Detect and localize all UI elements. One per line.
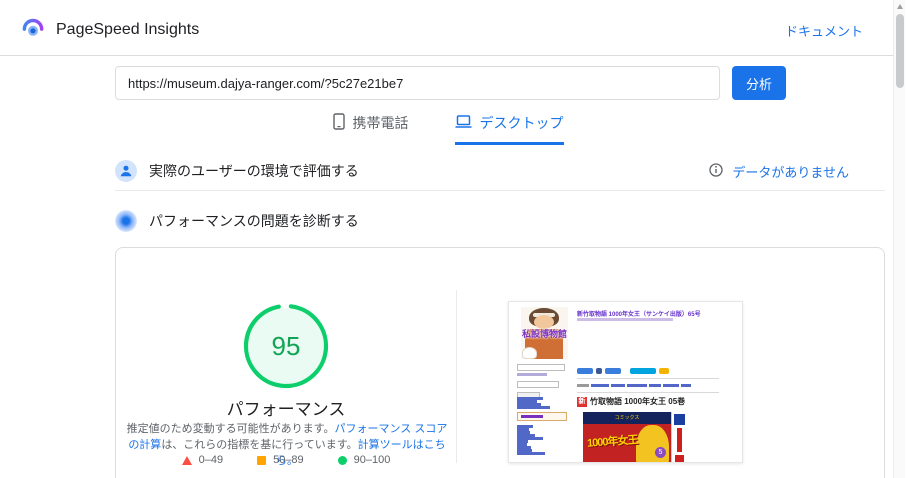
thumb-text-bar [517, 373, 547, 376]
spine-title-bar [677, 428, 682, 452]
home-link[interactable]: PageSpeed Insights [20, 14, 199, 45]
legend-fail-label: 0–49 [198, 454, 224, 466]
field-data-section: 実際のユーザーの環境で評価する データがありません [115, 156, 885, 186]
post-title-text: 新竹取物語 1000年女王（サンケイ出版）65号 [577, 312, 701, 318]
legend-average: 50–89 [257, 454, 304, 466]
note-text: 推定値のため変動する可能性があります。 [126, 423, 335, 435]
docs-link[interactable]: ドキュメント [785, 21, 863, 40]
score-legend: 0–49 50–89 90–100 [116, 454, 456, 466]
thumb-dropdown [517, 364, 565, 371]
field-section-title: 実際のユーザーの環境で評価する [149, 163, 359, 179]
diagnose-section: パフォーマンスの問題を診断する [115, 206, 885, 236]
device-tabs: 携帯電話 デスクトップ [63, 113, 833, 145]
tab-desktop[interactable]: デスクトップ [454, 113, 564, 145]
cover-series-band: コミックス [583, 412, 671, 424]
thumb-search-box [517, 381, 559, 388]
article-heading-text: 竹取物語 1000年女王 05巻 [590, 397, 686, 406]
performance-report-card: 95 パフォーマンス 推定値のため変動する可能性があります。パフォーマンス スコ… [115, 247, 885, 478]
new-badge: 新 [577, 396, 587, 407]
phone-icon [332, 113, 345, 133]
pass-circle-icon [337, 455, 347, 465]
spine-bottom-bar [675, 455, 684, 462]
cover-character-art [636, 425, 669, 462]
laptop-icon [455, 114, 472, 132]
lighthouse-icon [115, 210, 137, 232]
cover-spine [671, 412, 687, 462]
performance-score-gauge: 95 [240, 300, 332, 392]
page-screenshot-preview: 私設博物館 新竹取物語 1000年女王（サンケイ出版）65号 新 竹取物語 10… [508, 301, 743, 463]
thumb-sidebar [517, 364, 571, 456]
thumb-tag-links [577, 384, 691, 387]
cat-figure [522, 347, 537, 359]
post-subtitle-bar [577, 318, 673, 321]
legend-fail: 0–49 [181, 454, 224, 466]
pagespeed-insights-page: PageSpeed Insights ドキュメント 分析 携帯電話 [0, 0, 910, 478]
no-data-label: データがありません [732, 164, 849, 180]
thumb-article-heading: 新 竹取物語 1000年女王 05巻 [577, 396, 685, 407]
app-title: PageSpeed Insights [56, 20, 200, 38]
cover-volume-badge: 5 [655, 447, 666, 458]
section-divider [115, 190, 885, 191]
lab-section-title: パフォーマンスの問題を診断する [149, 213, 359, 229]
app-header: PageSpeed Insights ドキュメント [0, 0, 893, 56]
fail-triangle-icon [181, 455, 192, 465]
url-bar: 分析 [115, 66, 885, 100]
note-text-2: は、これらの指標を基に行っています。 [161, 439, 358, 451]
performance-score-value: 95 [272, 331, 301, 361]
card-vertical-divider [456, 290, 457, 463]
thumb-share-buttons [577, 368, 669, 374]
legend-pass-label: 90–100 [353, 454, 391, 466]
tab-desktop-label: デスクトップ [479, 115, 564, 131]
real-users-icon [115, 160, 137, 182]
vertical-scrollbar[interactable] [893, 0, 905, 478]
info-icon[interactable] [709, 162, 724, 180]
performance-label: パフォーマンス [226, 400, 346, 419]
legend-average-label: 50–89 [273, 454, 304, 466]
thumb-divider [577, 392, 719, 393]
tab-mobile-label: 携帯電話 [352, 115, 409, 131]
legend-pass: 90–100 [337, 454, 391, 466]
cover-title-text: 1000年女王 [586, 434, 638, 450]
site-banner-image: 私設博物館 [521, 307, 568, 359]
pagespeed-logo-icon [20, 14, 46, 45]
scroll-up-arrow-icon[interactable] [897, 4, 903, 9]
average-square-icon [257, 455, 267, 465]
thumb-category-box [517, 412, 567, 421]
manga-cover-image: コミックス 1000年女王 5 [583, 412, 687, 462]
url-input[interactable] [115, 66, 720, 100]
no-data-link[interactable]: データがありません [709, 162, 849, 181]
scrollbar-thumb[interactable] [896, 14, 904, 88]
analyze-button[interactable]: 分析 [732, 66, 786, 100]
thumb-divider [577, 378, 719, 379]
tab-mobile[interactable]: 携帯電話 [332, 113, 409, 145]
site-name-text: 私設博物館 [521, 329, 567, 339]
spine-publisher-box [674, 414, 685, 425]
